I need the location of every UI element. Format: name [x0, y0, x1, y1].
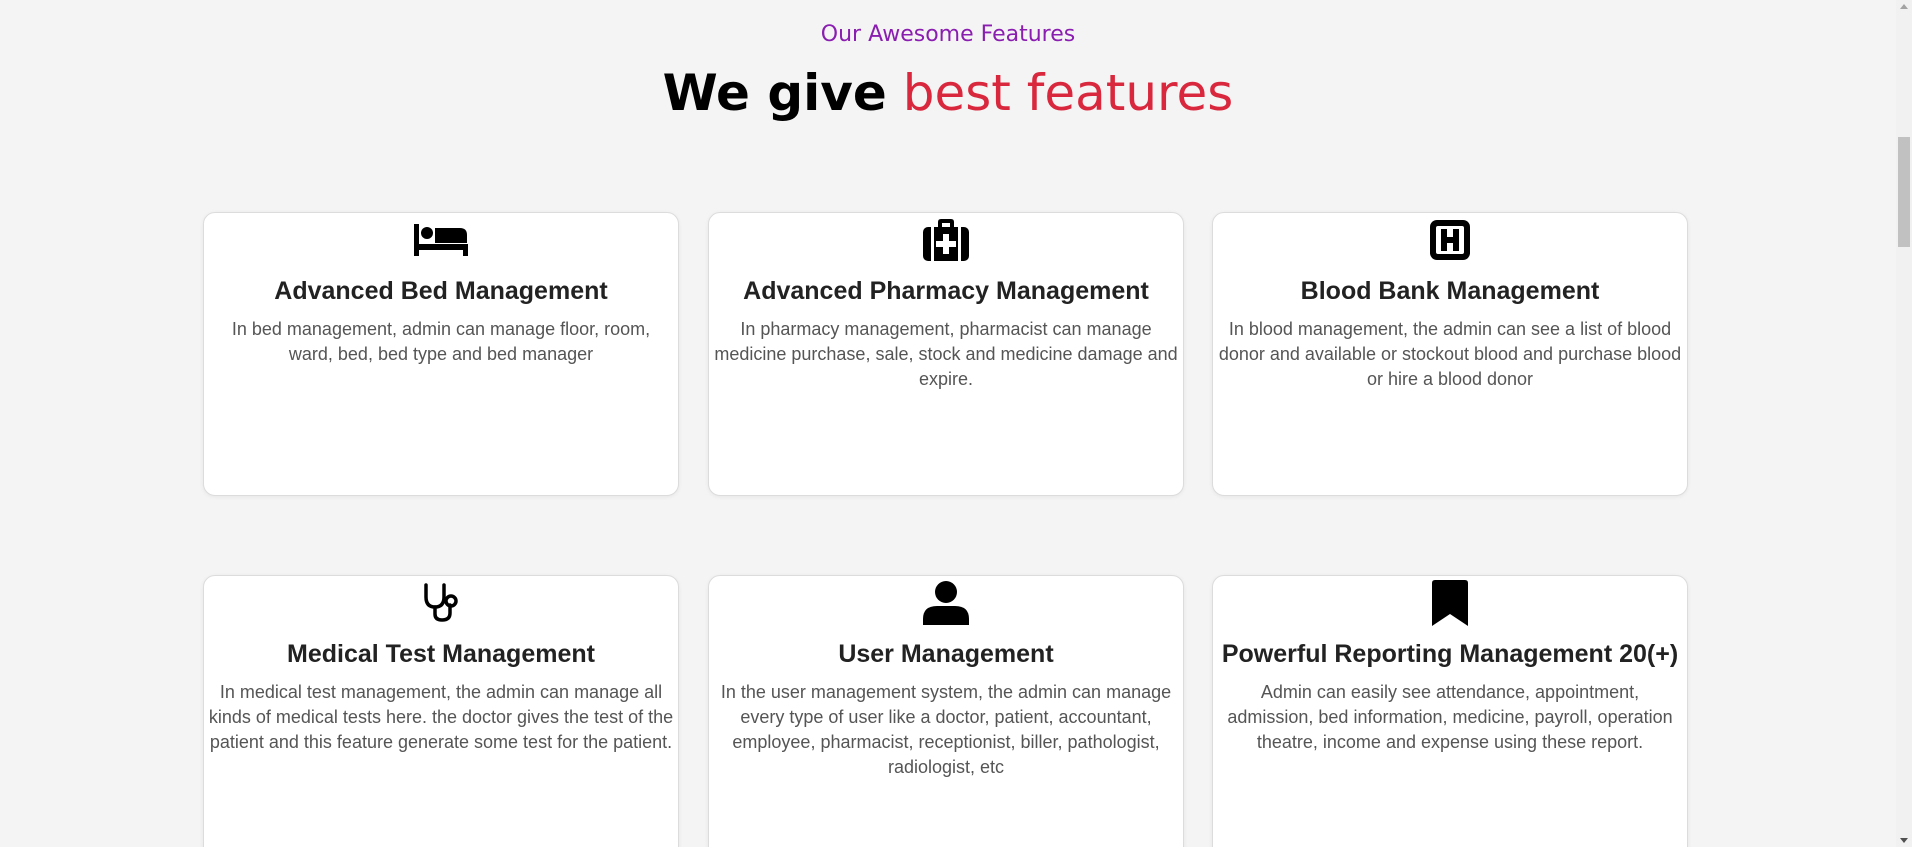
- feature-title: Medical Test Management: [287, 640, 595, 668]
- user-icon: [709, 580, 1183, 626]
- feature-description: In pharmacy management, pharmacist can m…: [714, 319, 1178, 389]
- feature-card-user-management: User Management In the user management s…: [708, 575, 1184, 847]
- first-aid-kit-icon: [709, 217, 1183, 263]
- feature-card-pharmacy-management: Advanced Pharmacy Management In pharmacy…: [708, 212, 1184, 496]
- stethoscope-icon: [204, 580, 678, 626]
- feature-card-reporting-management: Powerful Reporting Management 20(+) Admi…: [1212, 575, 1688, 847]
- feature-title: Blood Bank Management: [1300, 277, 1600, 305]
- feature-card-blood-bank-management: Blood Bank Management In blood managemen…: [1212, 212, 1688, 496]
- hospital-h-icon: [1213, 217, 1687, 263]
- scroll-down-arrow-icon[interactable]: [1900, 838, 1908, 843]
- features-section: Our Awesome Features We give best featur…: [0, 0, 1912, 847]
- feature-card-bed-management: Advanced Bed Management In bed managemen…: [203, 212, 679, 496]
- scrollbar-thumb[interactable]: [1898, 137, 1910, 247]
- feature-description: In medical test management, the admin ca…: [208, 682, 674, 752]
- heading-part-1: We give: [662, 64, 887, 122]
- feature-card-medical-test-management: Medical Test Management In medical test …: [203, 575, 679, 847]
- feature-title: Advanced Pharmacy Management: [743, 277, 1149, 305]
- section-subtitle: Our Awesome Features: [820, 22, 1076, 47]
- vertical-scrollbar[interactable]: [1896, 0, 1912, 847]
- section-heading: We give best features: [0, 58, 1896, 128]
- heading-part-2: best features: [902, 64, 1234, 122]
- scroll-up-arrow-icon[interactable]: [1900, 4, 1908, 9]
- feature-description: Admin can easily see attendance, appoint…: [1227, 682, 1673, 752]
- feature-title: Advanced Bed Management: [274, 277, 608, 305]
- feature-title: Powerful Reporting Management 20(+): [1221, 640, 1679, 668]
- feature-title: User Management: [838, 640, 1054, 668]
- feature-description: In bed management, admin can manage floo…: [231, 319, 651, 364]
- feature-description: In blood management, the admin can see a…: [1218, 319, 1682, 389]
- feature-description: In the user management system, the admin…: [720, 682, 1172, 777]
- bookmark-icon: [1213, 580, 1687, 626]
- bed-icon: [204, 217, 678, 263]
